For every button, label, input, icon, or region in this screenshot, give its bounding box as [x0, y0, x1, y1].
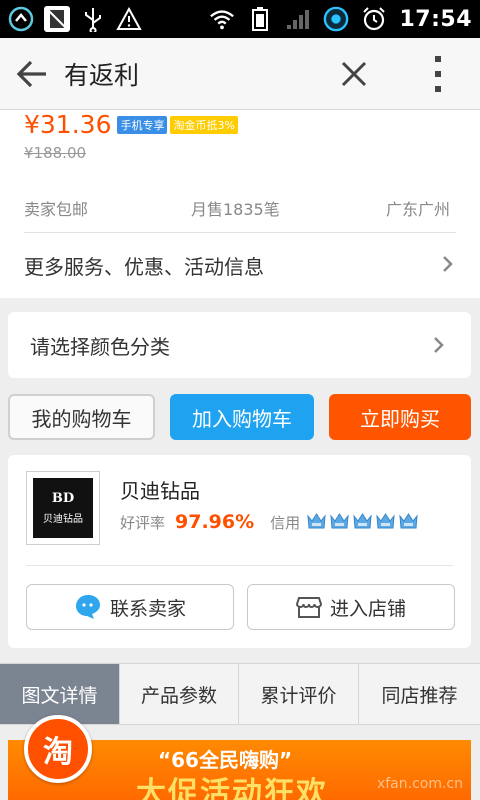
logo-mark: BD: [51, 491, 75, 506]
price-row: ¥31.36 手机专享 淘金币抵3%: [24, 110, 238, 139]
crown-icon: [353, 513, 372, 529]
warning-icon: [116, 6, 142, 32]
shop-name: 贝迪钻品: [120, 479, 200, 503]
buy-now-button[interactable]: 立即购买: [329, 394, 471, 440]
banner-watermark: xfan.com.cn: [376, 776, 463, 792]
page-title: 有返利: [64, 60, 140, 90]
shipping-info: 卖家包邮: [24, 200, 89, 219]
credit-label: 信用: [270, 513, 301, 532]
color-select-label: 请选择颜色分类: [30, 334, 170, 359]
crown-icon: [307, 513, 326, 529]
signal-icon: [285, 6, 311, 32]
crown-icon: [376, 513, 395, 529]
chevron-right-icon: [443, 256, 453, 272]
logo-text: 贝迪钻品: [43, 514, 83, 525]
chat-bubble-icon: [75, 595, 100, 619]
close-button[interactable]: [330, 38, 378, 110]
enter-store-label: 进入店铺: [329, 597, 406, 620]
coin-discount-badge: 淘金币抵3%: [170, 115, 238, 134]
rating-value: 97.96%: [175, 511, 255, 533]
tab-reviews[interactable]: 累计评价: [239, 664, 359, 724]
contact-seller-label: 联系卖家: [109, 597, 186, 620]
product-meta-row: 卖家包邮 月售1835笔 广东广州: [24, 196, 450, 222]
more-info-label: 更多服务、优惠、活动信息: [24, 254, 264, 279]
crown-icon: [399, 513, 418, 529]
mobile-exclusive-badge: 手机专享: [117, 115, 168, 134]
more-info-row[interactable]: 更多服务、优惠、活动信息: [0, 233, 480, 297]
more-button[interactable]: [418, 38, 458, 110]
title-bar: 有返利: [0, 38, 480, 110]
rating-label: 好评率: [120, 513, 166, 532]
original-price: ¥188.00: [24, 144, 87, 162]
wifi-icon: [209, 6, 235, 32]
crown-icon: [330, 513, 349, 529]
close-icon: [341, 61, 367, 87]
app-circle-icon: [8, 6, 34, 32]
alarm-icon: [361, 6, 387, 32]
shop-rating-row: 好评率 97.96% 信用: [120, 511, 419, 533]
tab-store-recommend[interactable]: 同店推荐: [359, 664, 480, 724]
monthly-sales: 月售1835笔: [191, 200, 280, 219]
add-to-cart-button[interactable]: 加入购物车: [170, 394, 314, 440]
status-time: 17:54: [399, 6, 472, 32]
status-bar: 17:54: [0, 0, 480, 38]
no-sim-icon: [44, 6, 70, 32]
banner-line2: 大促活动狂欢: [136, 776, 328, 800]
more-vertical-icon: [435, 56, 441, 92]
shop-logo[interactable]: BD 贝迪钻品: [26, 471, 100, 545]
contact-seller-button[interactable]: 联系卖家: [26, 584, 234, 630]
detail-tabs: 图文详情 产品参数 累计评价 同店推荐: [0, 663, 480, 725]
tab-product-params[interactable]: 产品参数: [120, 664, 239, 724]
app-ring-icon: [323, 6, 349, 32]
battery-full-icon: [247, 6, 273, 32]
current-price: ¥31.36: [24, 110, 112, 139]
chevron-right-icon: [434, 337, 444, 353]
credit-crowns: [306, 512, 419, 532]
usb-icon: [80, 6, 106, 32]
color-select-row[interactable]: 请选择颜色分类: [8, 312, 471, 378]
back-arrow-icon: [16, 60, 46, 87]
store-icon: [295, 597, 322, 618]
taobao-float-button[interactable]: 淘: [24, 715, 92, 783]
shop-card: BD 贝迪钻品 贝迪钻品 好评率 97.96% 信用 联系卖家 进入店铺: [8, 455, 471, 648]
enter-store-button[interactable]: 进入店铺: [247, 584, 455, 630]
my-cart-button[interactable]: 我的购物车: [8, 394, 155, 440]
back-button[interactable]: [0, 38, 64, 110]
seller-location: 广东广州: [385, 200, 450, 219]
divider: [26, 565, 453, 566]
